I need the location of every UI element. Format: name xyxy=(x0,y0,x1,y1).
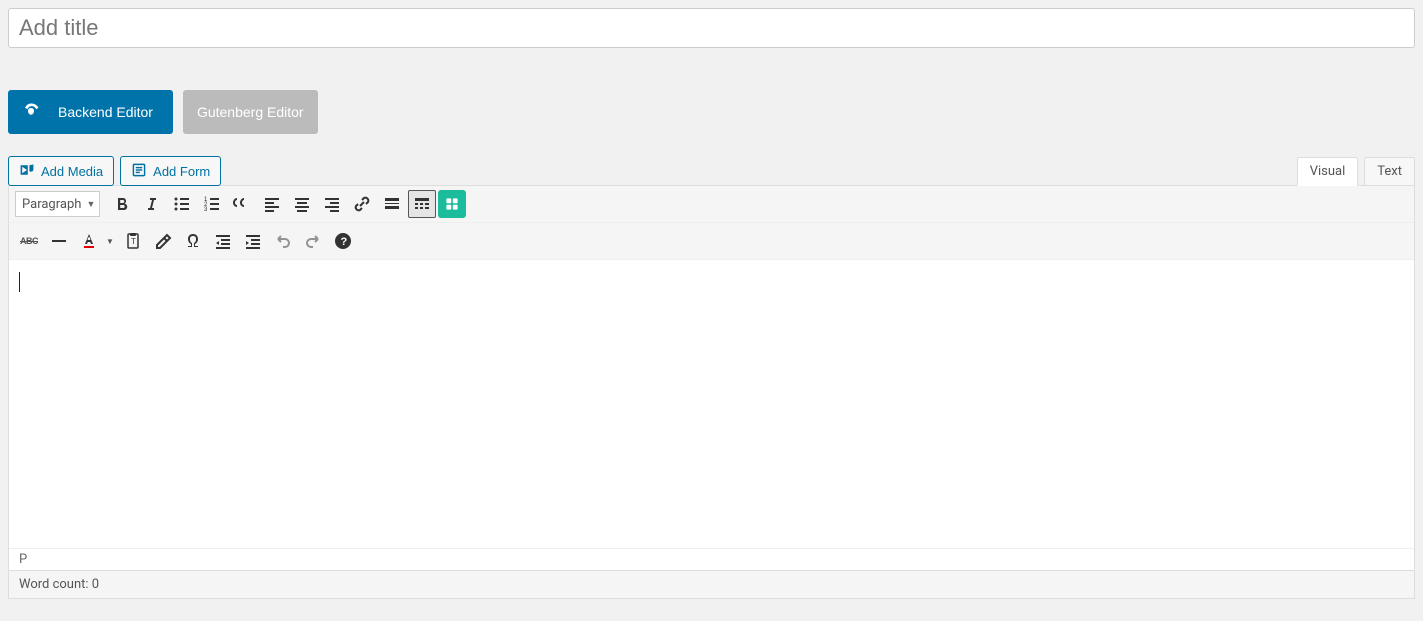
element-path: P xyxy=(9,548,1414,570)
paste-text-button[interactable]: T xyxy=(119,227,147,255)
text-color-group xyxy=(75,227,117,255)
word-count-value: 0 xyxy=(92,577,99,592)
media-tabs-row: Add Media Add Form Visual Text xyxy=(8,156,1415,186)
align-center-button[interactable] xyxy=(288,190,316,218)
bullet-list-button[interactable] xyxy=(168,190,196,218)
form-icon xyxy=(131,162,147,181)
add-form-button[interactable]: Add Form xyxy=(120,156,221,186)
align-right-button[interactable] xyxy=(318,190,346,218)
camera-music-icon xyxy=(19,162,35,181)
tab-text[interactable]: Text xyxy=(1364,157,1415,186)
help-button[interactable]: ? xyxy=(329,227,357,255)
strikethrough-icon: ABC xyxy=(20,236,38,246)
number-list-button[interactable]: 123 xyxy=(198,190,226,218)
toolbar-row-2: ABC T ? xyxy=(9,223,1414,260)
link-button[interactable] xyxy=(348,190,376,218)
element-path-value: P xyxy=(19,552,27,567)
add-media-label: Add Media xyxy=(41,164,103,179)
editor-tabs: Visual Text xyxy=(1291,157,1415,186)
wpbakery-icon xyxy=(22,102,40,123)
align-left-button[interactable] xyxy=(258,190,286,218)
plugin-button[interactable] xyxy=(438,190,466,218)
text-cursor-icon xyxy=(19,272,20,292)
gutenberg-editor-button[interactable]: Gutenberg Editor xyxy=(183,90,318,134)
tab-visual[interactable]: Visual xyxy=(1297,157,1359,186)
title-input[interactable] xyxy=(8,8,1415,48)
add-media-button[interactable]: Add Media xyxy=(8,156,114,186)
format-select-label: Paragraph xyxy=(22,197,81,212)
editor-container: Paragraph 123 ABC T ? P W xyxy=(8,185,1415,599)
bold-button[interactable] xyxy=(108,190,136,218)
gutenberg-editor-label: Gutenberg Editor xyxy=(197,104,304,120)
read-more-button[interactable] xyxy=(378,190,406,218)
svg-text:3: 3 xyxy=(204,207,208,213)
horizontal-line-button[interactable] xyxy=(45,227,73,255)
undo-button[interactable] xyxy=(269,227,297,255)
clear-format-button[interactable] xyxy=(149,227,177,255)
blockquote-button[interactable] xyxy=(228,190,256,218)
toolbar-row-1: Paragraph 123 xyxy=(9,186,1414,223)
redo-button[interactable] xyxy=(299,227,327,255)
special-char-button[interactable] xyxy=(179,227,207,255)
toolbar-toggle-button[interactable] xyxy=(408,190,436,218)
text-color-button[interactable] xyxy=(75,227,103,255)
outdent-button[interactable] xyxy=(209,227,237,255)
svg-text:T: T xyxy=(131,237,136,246)
svg-text:?: ? xyxy=(341,236,348,248)
strikethrough-button[interactable]: ABC xyxy=(15,227,43,255)
italic-button[interactable] xyxy=(138,190,166,218)
word-count-label: Word count: xyxy=(19,577,92,592)
indent-button[interactable] xyxy=(239,227,267,255)
content-editor[interactable] xyxy=(9,260,1414,548)
format-select[interactable]: Paragraph xyxy=(15,191,100,217)
editor-select-row: Backend Editor Gutenberg Editor xyxy=(8,90,1415,134)
text-color-dropdown[interactable] xyxy=(103,227,117,255)
add-form-label: Add Form xyxy=(153,164,210,179)
backend-editor-label: Backend Editor xyxy=(58,104,153,120)
backend-editor-button[interactable]: Backend Editor xyxy=(8,90,173,134)
status-bar: Word count: 0 xyxy=(9,570,1414,598)
